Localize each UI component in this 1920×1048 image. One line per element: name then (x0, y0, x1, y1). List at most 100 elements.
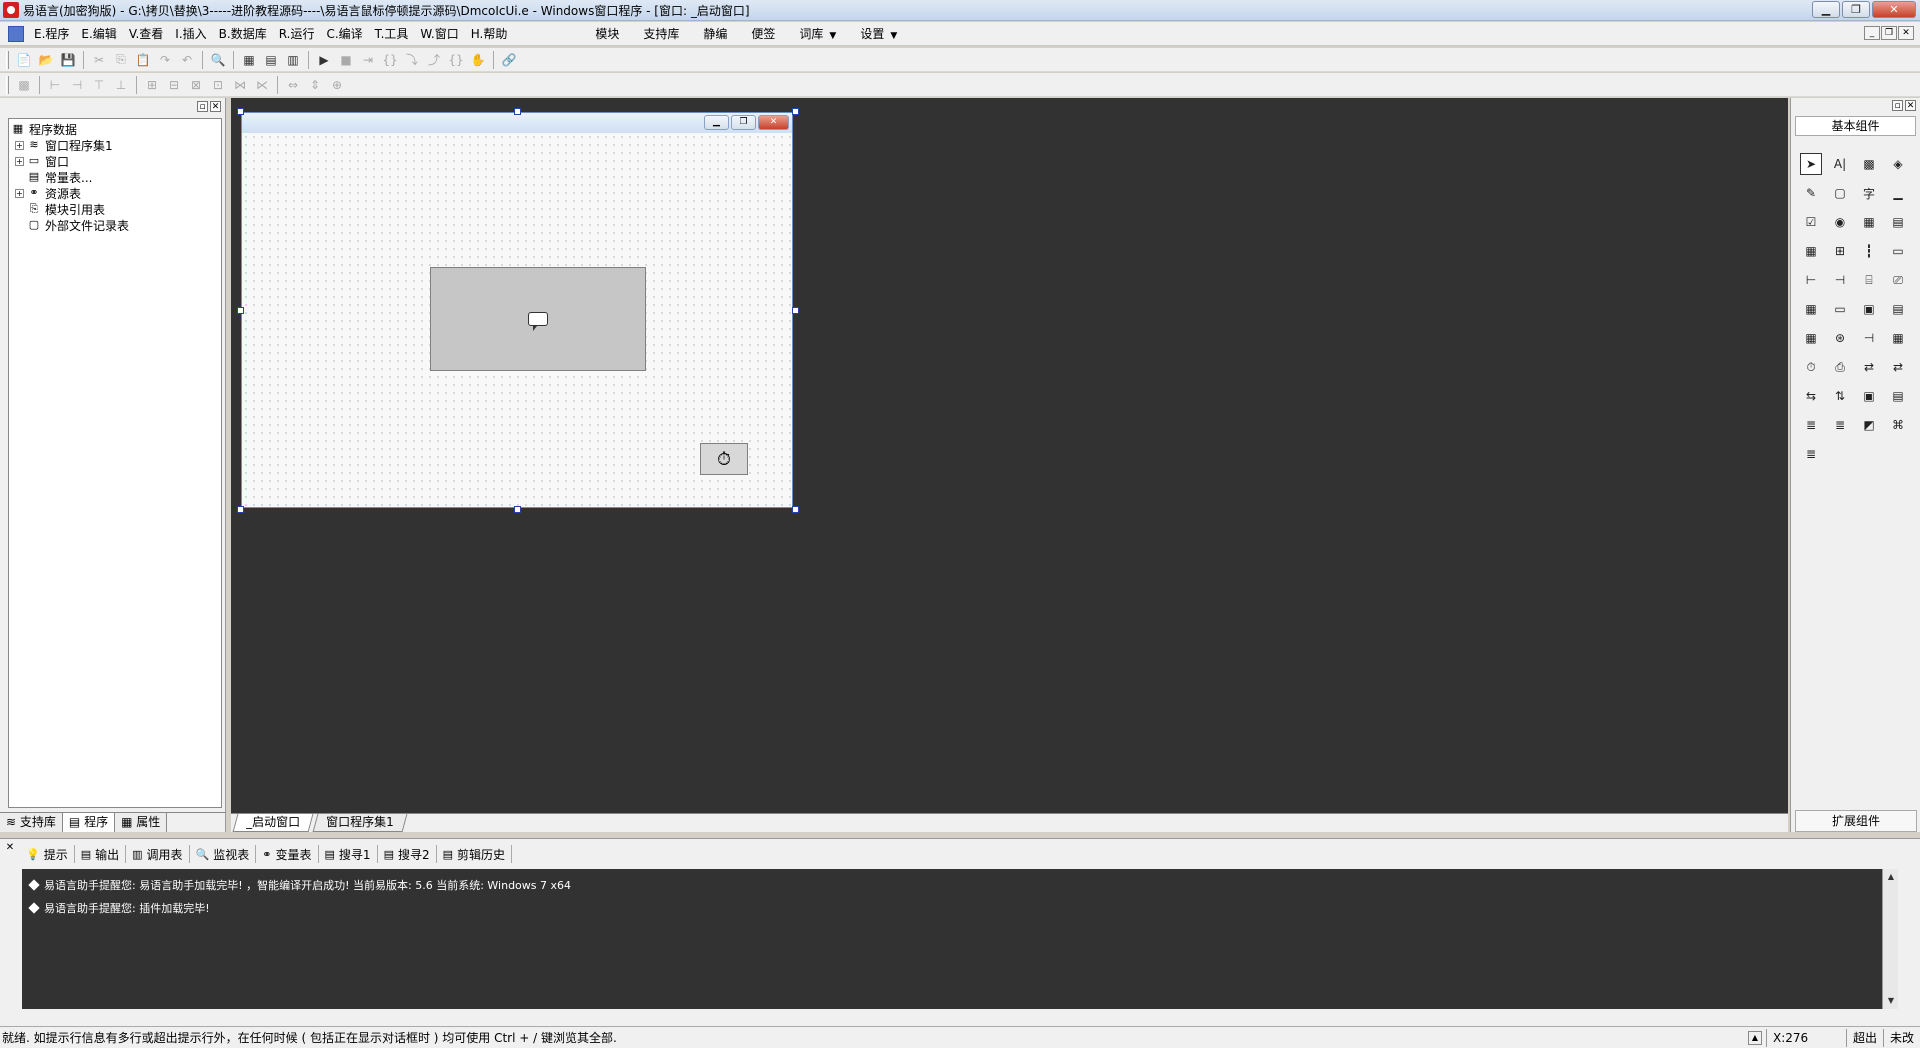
toolbar-grip[interactable] (6, 50, 9, 69)
status-up-arrow-icon[interactable]: ▲ (1747, 1030, 1762, 1045)
component-tool-icon[interactable]: ≣ (1800, 414, 1822, 436)
tab-properties[interactable]: ▦ 属性 (115, 813, 168, 832)
menu-program[interactable]: E.程序 (28, 25, 75, 42)
tree-node[interactable]: ▢ 外部文件记录表 (9, 217, 221, 233)
component-tool-icon[interactable]: ◉ (1829, 211, 1851, 233)
align-button-icon[interactable]: ⊡ (208, 75, 228, 95)
menu-database[interactable]: B.数据库 (213, 25, 273, 42)
menu-run[interactable]: R.运行 (273, 25, 321, 42)
component-tool-icon[interactable]: ⊞ (1829, 240, 1851, 262)
toolbar-grip[interactable] (6, 75, 9, 94)
menu-help[interactable]: H.帮助 (465, 25, 514, 42)
tab-support-library[interactable]: ≋ 支持库 (0, 813, 63, 832)
component-tool-icon[interactable]: ▭ (1887, 240, 1909, 262)
close-output-button[interactable]: ✕ (4, 843, 16, 855)
toolbar-button-icon[interactable]: ⇥ (358, 50, 378, 70)
toolbar-button-icon[interactable]: ✋ (468, 50, 488, 70)
component-tool-icon[interactable]: ▤ (1887, 385, 1909, 407)
align-button-icon[interactable]: ⊠ (186, 75, 206, 95)
expand-plus-icon[interactable]: + (15, 140, 24, 150)
component-tool-icon[interactable]: ▤ (1887, 298, 1909, 320)
toolbar-button-icon[interactable]: 🔍 (208, 50, 228, 70)
component-tool-icon[interactable]: ▩ (1858, 153, 1880, 175)
resize-handle-ne[interactable] (792, 108, 799, 115)
menu-compile[interactable]: C.编译 (320, 25, 368, 42)
minimize-button[interactable]: ▁ (1812, 1, 1840, 18)
component-tool-icon[interactable]: 字 (1858, 182, 1880, 204)
extended-components-header[interactable]: 扩展组件 (1795, 810, 1917, 832)
form-close-button[interactable]: ✕ (758, 115, 789, 130)
output-tab[interactable]: ▤ 输出 (75, 845, 127, 863)
component-tool-icon[interactable]: ▁ (1887, 182, 1909, 204)
menu-edit[interactable]: E.编辑 (75, 25, 122, 42)
component-tool-icon[interactable]: ◈ (1887, 153, 1909, 175)
component-tool-icon[interactable]: ▦ (1858, 211, 1880, 233)
toolbar-button-icon[interactable]: 📋 (133, 50, 153, 70)
toolbar-button-icon[interactable]: {} (446, 50, 466, 70)
component-tool-icon[interactable]: ⎙ (1829, 356, 1851, 378)
component-tool-icon[interactable]: ⏱ (1800, 356, 1822, 378)
output-tab[interactable]: ▤ 搜寻2 (378, 845, 437, 863)
toolbar-button-icon[interactable]: 📂 (36, 50, 56, 70)
form-client-area[interactable]: ⏱ (242, 133, 792, 507)
output-tab[interactable]: ▤ 搜寻1 (319, 845, 378, 863)
tree-node[interactable]: ⎘ 模块引用表 (9, 201, 221, 217)
restore-button[interactable]: ❐ (1842, 1, 1870, 18)
output-tab[interactable]: ⚭ 变量表 (256, 845, 319, 863)
tab-window-assembly[interactable]: 窗口程序集1 (312, 814, 408, 832)
float-panel-button[interactable]: ▫ (1892, 99, 1903, 111)
component-tool-icon[interactable]: ▢ (1829, 182, 1851, 204)
menu-window[interactable]: W.窗口 (414, 25, 464, 42)
mdi-close-button[interactable]: ✕ (1898, 26, 1914, 40)
toolbar-button-icon[interactable]: 💾 (58, 50, 78, 70)
close-panel-button[interactable]: ✕ (210, 100, 221, 112)
component-tool-icon[interactable]: ☑ (1800, 211, 1822, 233)
component-tool-icon[interactable]: ▦ (1887, 327, 1909, 349)
component-tool-icon[interactable]: ⊛ (1829, 327, 1851, 349)
tab-program[interactable]: ▤ 程序 (62, 813, 116, 832)
tree-node[interactable]: + ▭ 窗口 (9, 153, 221, 169)
align-button-icon[interactable]: ⊢ (45, 75, 65, 95)
align-button-icon[interactable]: ⊕ (327, 75, 347, 95)
resize-handle-s[interactable] (514, 506, 521, 513)
expand-plus-icon[interactable]: + (15, 188, 24, 198)
form-minimize-button[interactable]: ▁ (704, 115, 729, 130)
toolbar-button-icon[interactable]: ■ (336, 50, 356, 70)
resize-handle-w[interactable] (237, 307, 244, 314)
component-tool-icon[interactable]: ▦ (1800, 298, 1822, 320)
component-tool-icon[interactable]: ⊣ (1858, 327, 1880, 349)
menu-module[interactable]: 模块 (583, 25, 631, 42)
tree-node[interactable]: ▦ 程序数据 (9, 121, 221, 137)
close-button[interactable]: ✕ (1872, 1, 1916, 18)
component-tool-icon[interactable]: ▣ (1858, 298, 1880, 320)
component-tool-icon[interactable]: ◩ (1858, 414, 1880, 436)
mdi-minimize-button[interactable]: _ (1864, 26, 1880, 40)
output-tab[interactable]: 🔍 监视表 (190, 845, 257, 863)
toolbar-button-icon[interactable]: 🔗 (499, 50, 519, 70)
float-panel-button[interactable]: ▫ (197, 100, 208, 112)
resize-handle-nw[interactable] (237, 108, 244, 115)
menu-support-library[interactable]: 支持库 (631, 25, 691, 42)
toolbar-button-icon[interactable]: ↶ (177, 50, 197, 70)
component-tool-icon[interactable]: ✎ (1800, 182, 1822, 204)
close-panel-button[interactable]: ✕ (1905, 99, 1916, 111)
toolbar-button-icon[interactable]: ▥ (283, 50, 303, 70)
output-tab[interactable]: 💡 提示 (20, 845, 75, 863)
component-tool-icon[interactable]: ┇ (1858, 240, 1880, 262)
align-button-icon[interactable]: ⇔ (283, 75, 303, 95)
component-tool-icon[interactable]: ⇄ (1887, 356, 1909, 378)
form-maximize-button[interactable]: ❐ (731, 115, 756, 130)
menu-lexicon[interactable]: 词库 ▼ (787, 25, 848, 42)
toolbar-button-icon[interactable]: 📄 (14, 50, 34, 70)
component-tool-icon[interactable]: ⎚ (1887, 269, 1909, 291)
resize-handle-se[interactable] (792, 506, 799, 513)
form-designer-window[interactable]: ▁ ❐ ✕ ⏱ (241, 112, 793, 508)
component-tool-icon[interactable]: ▦ (1800, 327, 1822, 349)
program-menu-icon[interactable] (8, 25, 24, 42)
tooltip-control[interactable] (430, 267, 646, 371)
toolbar-button-icon[interactable]: ✂ (89, 50, 109, 70)
toolbar-button-icon[interactable]: {} (380, 50, 400, 70)
expand-plus-icon[interactable]: + (15, 156, 24, 166)
toolbar-button-icon[interactable]: ⤵ (402, 50, 422, 70)
resize-handle-n[interactable] (514, 108, 521, 115)
